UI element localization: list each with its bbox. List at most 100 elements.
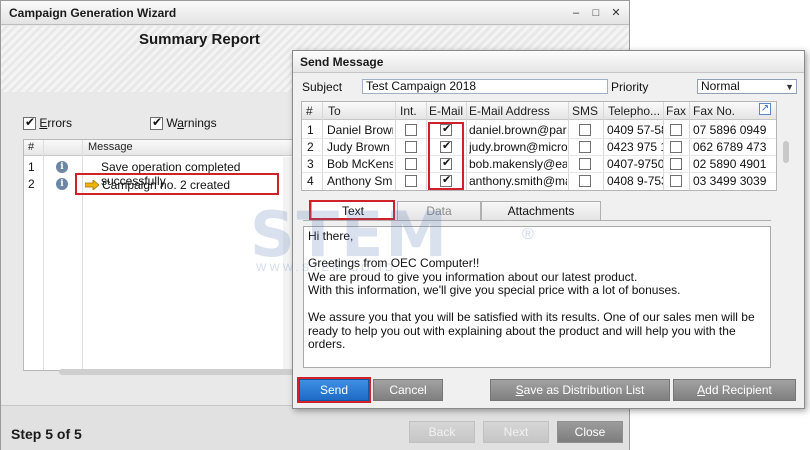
created-campaign-highlight[interactable]: Campaign no. 2 created xyxy=(75,173,279,195)
email-column-highlight xyxy=(428,122,464,190)
recipients-grid: # To Int. E-Mail E-Mail Address SMS Tele… xyxy=(301,101,777,191)
row-number: 1 xyxy=(28,160,35,174)
send-message-dialog: Send Message Subject Test Campaign 2018 … xyxy=(292,50,805,409)
table-row[interactable]: 4 Anthony Smith anthony.smith@mash 0408 … xyxy=(302,173,776,190)
back-button[interactable]: Back xyxy=(409,421,475,443)
fax-number: 07 5896 0949 xyxy=(693,123,767,137)
errors-label: Errors xyxy=(39,116,73,130)
fax-checkbox[interactable] xyxy=(670,124,682,136)
recipient-num: 1 xyxy=(307,123,314,137)
sms-checkbox[interactable] xyxy=(579,158,591,170)
message-body-textarea[interactable]: Hi there, Greetings from OEC Computer!! … xyxy=(303,226,771,368)
sms-checkbox[interactable] xyxy=(579,175,591,187)
subject-input[interactable]: Test Campaign 2018 xyxy=(362,79,608,94)
col-header-phone: Telepho... xyxy=(608,104,661,118)
col-header-int: Int. xyxy=(400,104,417,118)
errors-checkbox[interactable] xyxy=(23,115,36,131)
fax-number: 03 3499 3039 xyxy=(693,174,767,188)
col-header-sms: SMS xyxy=(572,104,599,118)
wizard-window-controls: – □ ✕ xyxy=(565,5,625,21)
recipient-name: Bob McKensly xyxy=(327,157,393,171)
table-row[interactable]: 2 Judy Brown judy.brown@microch 0423 975… xyxy=(302,139,776,156)
step-indicator: Step 5 of 5 xyxy=(11,426,82,442)
row-message: Campaign no. 2 created xyxy=(102,178,231,192)
phone-number: 0407-97507 xyxy=(607,157,663,171)
wizard-title: Campaign Generation Wizard xyxy=(9,6,177,20)
warnings-checkbox[interactable] xyxy=(150,115,163,131)
save-dist-label: ave as Distribution List xyxy=(523,383,645,397)
recipient-num: 4 xyxy=(307,174,314,188)
fax-number: 062 6789 473 xyxy=(693,140,767,154)
dialog-title: Send Message xyxy=(300,55,384,69)
minimize-icon[interactable]: – xyxy=(567,5,585,21)
int-checkbox[interactable] xyxy=(405,175,417,187)
sms-checkbox[interactable] xyxy=(579,141,591,153)
close-icon[interactable]: ✕ xyxy=(607,5,625,21)
tab-strip-line xyxy=(303,220,771,221)
fax-checkbox[interactable] xyxy=(670,141,682,153)
chevron-down-icon[interactable]: ▼ xyxy=(785,81,794,94)
send-button-highlight xyxy=(297,377,371,403)
summary-grid-header: # Message xyxy=(24,140,296,156)
recipient-num: 2 xyxy=(307,140,314,154)
col-header-num: # xyxy=(306,104,313,118)
sms-checkbox[interactable] xyxy=(579,124,591,136)
table-row[interactable]: 3 Bob McKensly bob.makensly@earth 0407-9… xyxy=(302,156,776,173)
maximize-icon[interactable]: □ xyxy=(587,5,605,21)
phone-number: 0408 9-753 xyxy=(607,174,663,188)
recipient-num: 3 xyxy=(307,157,314,171)
tab-attachments[interactable]: Attachments xyxy=(481,201,601,221)
recipients-vertical-scrollbar[interactable] xyxy=(783,141,789,163)
tab-attachments-label: Attachments xyxy=(507,204,575,218)
add-recipient-label: dd Recipient xyxy=(705,383,772,397)
warnings-filter[interactable]: Warnings xyxy=(150,115,217,131)
email-address: daniel.brown@param xyxy=(469,123,567,137)
fax-number: 02 5890 4901 xyxy=(693,157,767,171)
dialog-title-bar[interactable]: Send Message xyxy=(293,51,804,73)
report-title: Summary Report xyxy=(139,31,260,48)
col-header-fax-no: Fax No. xyxy=(693,104,736,118)
warnings-label: Warnings xyxy=(166,116,217,130)
tab-data[interactable]: Data xyxy=(397,201,481,221)
grid-horizontal-scrollbar[interactable] xyxy=(59,369,297,375)
cancel-button[interactable]: Cancel xyxy=(373,379,443,401)
add-recipient-label-accel: A xyxy=(697,383,706,397)
add-recipient-button[interactable]: Add Recipient xyxy=(673,379,796,401)
subject-label: Subject xyxy=(302,80,343,94)
col-header-to: To xyxy=(328,104,341,118)
phone-number: 0409 57-58 xyxy=(607,123,663,137)
col-header-email-addr: E-Mail Address xyxy=(469,104,550,118)
close-button[interactable]: Close xyxy=(557,421,623,443)
recipient-name: Daniel Brown xyxy=(327,123,393,137)
save-dist-label-accel: S xyxy=(515,383,524,397)
col-header-message: Message xyxy=(88,141,133,153)
priority-value: Normal xyxy=(701,79,740,93)
priority-select[interactable]: Normal ▼ xyxy=(697,79,797,94)
recipient-name: Anthony Smith xyxy=(327,174,393,188)
errors-filter[interactable]: Errors xyxy=(23,115,73,131)
col-header-fax: Fax xyxy=(666,104,687,118)
fax-checkbox[interactable] xyxy=(670,175,682,187)
next-button[interactable]: Next xyxy=(483,421,549,443)
priority-label: Priority xyxy=(611,80,649,94)
int-checkbox[interactable] xyxy=(405,158,417,170)
recipient-name: Judy Brown xyxy=(327,140,390,154)
col-header-num: # xyxy=(28,141,35,153)
save-distribution-list-button[interactable]: Save as Distribution List xyxy=(490,379,670,401)
recipients-grid-header: # To Int. E-Mail E-Mail Address SMS Tele… xyxy=(302,102,776,120)
email-address: judy.brown@microch xyxy=(469,140,567,154)
fax-checkbox[interactable] xyxy=(670,158,682,170)
email-address: anthony.smith@mash xyxy=(469,174,567,188)
int-checkbox[interactable] xyxy=(405,124,417,136)
row-number: 2 xyxy=(28,177,35,191)
email-address: bob.makensly@earth xyxy=(469,157,567,171)
phone-number: 0423 975 10 xyxy=(607,140,663,154)
table-row[interactable]: 1 Daniel Brown daniel.brown@param 0409 5… xyxy=(302,122,776,139)
tab-text-highlight xyxy=(309,200,395,220)
wizard-title-bar[interactable]: Campaign Generation Wizard – □ ✕ xyxy=(1,1,629,25)
expand-grid-icon[interactable]: ↗ xyxy=(759,103,771,115)
arrow-right-icon xyxy=(85,180,99,190)
col-header-email: E-Mail xyxy=(429,104,464,118)
int-checkbox[interactable] xyxy=(405,141,417,153)
info-icon: i xyxy=(56,161,68,173)
